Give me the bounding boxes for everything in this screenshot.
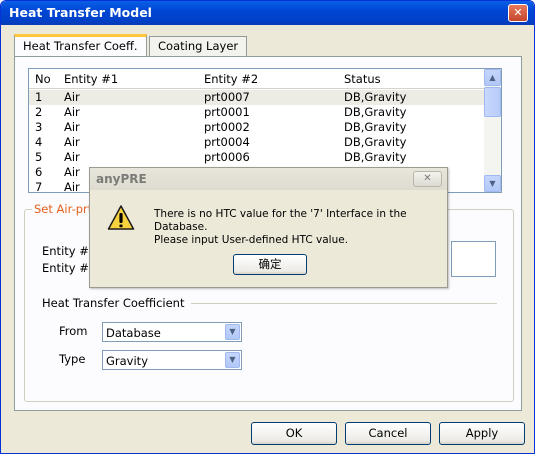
cancel-button[interactable]: Cancel — [345, 422, 431, 445]
column-header-no[interactable]: No — [35, 72, 51, 86]
row-status: DB,Gravity — [344, 105, 407, 119]
section-divider — [191, 303, 497, 304]
type-label: Type — [59, 352, 86, 366]
table-row[interactable]: 1 Air prt0007 DB,Gravity — [29, 90, 484, 105]
dialog-title: anyPRE — [96, 172, 147, 186]
user-htc-field[interactable] — [451, 241, 496, 277]
from-select[interactable]: Database ▼ — [102, 322, 242, 342]
row-entity1: Air — [64, 135, 80, 149]
row-no: 2 — [35, 105, 43, 119]
chevron-down-icon[interactable]: ▼ — [225, 352, 240, 368]
row-entity1: Air — [64, 90, 80, 104]
type-select[interactable]: Gravity ▼ — [102, 350, 242, 370]
ok-button[interactable]: OK — [251, 422, 337, 445]
htc-section-label: Heat Transfer Coefficient — [42, 296, 185, 310]
table-row[interactable]: 4 Air prt0004 DB,Gravity — [29, 135, 484, 150]
confirm-button[interactable]: 确定 — [233, 254, 307, 275]
scroll-thumb[interactable] — [484, 87, 501, 117]
list-scrollbar[interactable]: ▲ ▼ — [484, 69, 501, 192]
row-entity1: Air — [64, 105, 80, 119]
column-header-entity1[interactable]: Entity #1 — [64, 72, 118, 86]
row-no: 7 — [35, 180, 43, 193]
chevron-down-icon[interactable]: ▼ — [225, 324, 240, 340]
close-window-button[interactable]: ✕ — [508, 4, 528, 22]
from-value: Database — [106, 326, 161, 340]
row-entity2: prt0004 — [204, 135, 250, 149]
title-bar[interactable]: Heat Transfer Model ✕ — [1, 1, 534, 25]
row-no: 1 — [35, 90, 43, 104]
row-entity2: prt0006 — [204, 150, 250, 164]
table-row[interactable]: 3 Air prt0002 DB,Gravity — [29, 120, 484, 135]
list-header: No Entity #1 Entity #2 Status — [29, 69, 484, 89]
table-row[interactable]: 2 Air prt0001 DB,Gravity — [29, 105, 484, 120]
row-no: 3 — [35, 120, 43, 134]
row-status: DB,Gravity — [344, 135, 407, 149]
window-title: Heat Transfer Model — [9, 5, 152, 20]
dialog-message: There is no HTC value for the '7' Interf… — [154, 208, 444, 247]
tab-coating-layer[interactable]: Coating Layer — [149, 36, 248, 56]
anypre-dialog: anyPRE ✕ There is no HTC value for the '… — [89, 167, 448, 288]
warning-icon — [107, 205, 135, 230]
group-title: Set Air-prt — [32, 202, 95, 216]
tab-heat-transfer-coeff[interactable]: Heat Transfer Coeff. — [14, 34, 147, 56]
row-entity2: prt0007 — [204, 90, 250, 104]
dialog-message-line1: There is no HTC value for the '7' Interf… — [154, 208, 407, 233]
row-status: DB,Gravity — [344, 120, 407, 134]
scroll-down-icon[interactable]: ▼ — [484, 175, 501, 192]
row-status: DB,Gravity — [344, 150, 407, 164]
row-no: 4 — [35, 135, 43, 149]
dialog-message-line2: Please input User-defined HTC value. — [154, 234, 349, 246]
row-entity1: Air — [64, 165, 80, 179]
row-entity1: Air — [64, 150, 80, 164]
row-entity1: Air — [64, 120, 80, 134]
row-status: DB,Gravity — [344, 90, 407, 104]
dialog-title-bar[interactable]: anyPRE ✕ — [90, 168, 447, 190]
column-header-status[interactable]: Status — [344, 72, 381, 86]
apply-button[interactable]: Apply — [439, 422, 525, 445]
row-entity1: Air — [64, 180, 80, 193]
dialog-close-button[interactable]: ✕ — [413, 171, 442, 187]
column-header-entity2[interactable]: Entity #2 — [204, 72, 258, 86]
type-value: Gravity — [106, 354, 149, 368]
row-no: 6 — [35, 165, 43, 179]
row-entity2: prt0002 — [204, 120, 250, 134]
scroll-up-icon[interactable]: ▲ — [484, 69, 501, 86]
from-label: From — [59, 324, 88, 338]
table-row[interactable]: 5 Air prt0006 DB,Gravity — [29, 150, 484, 165]
row-entity2: prt0001 — [204, 105, 250, 119]
row-no: 5 — [35, 150, 43, 164]
